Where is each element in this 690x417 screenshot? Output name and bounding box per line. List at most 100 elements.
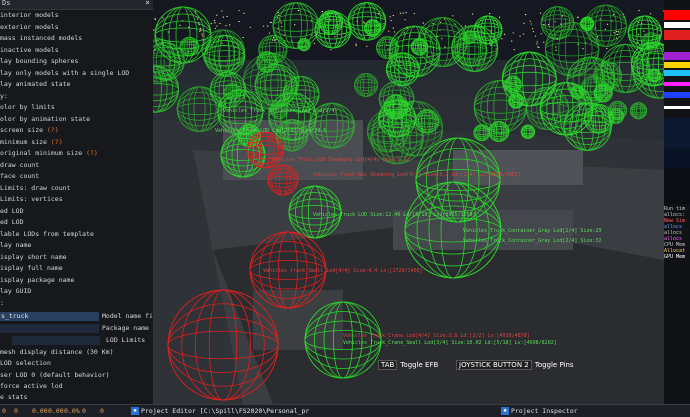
lod-option-row[interactable]: mass instanced models (0, 33, 152, 44)
model-name-filter-input[interactable]: s_truck (0, 312, 99, 321)
lod-option-row[interactable]: Limits: vertices (0, 194, 152, 205)
lod-option-row[interactable]: ed LOD (0, 206, 152, 217)
city-light (201, 33, 203, 35)
lod-setting-label: force active lod (0, 381, 63, 390)
city-light (529, 20, 531, 22)
lod-option-label: lay bounding spheres (0, 57, 79, 65)
city-light (513, 49, 515, 51)
lod-setting-row[interactable]: force active lod (0, 381, 152, 392)
lod-option-row[interactable]: face count (0, 171, 152, 182)
project-editor-tab[interactable]: Project Editor [C:\Spill\FS2020\Personal… (141, 407, 309, 416)
package-name-filter-input[interactable] (0, 324, 99, 333)
city-light (310, 19, 312, 21)
lod-option-label: lay animated state (0, 80, 71, 88)
lod-debug-label: Vehicles_Truck_LOD Lod[2/4] Size:29.5 (215, 128, 327, 134)
lod-option-label: olor by animation state (0, 114, 91, 123)
lod-option-row[interactable]: ed LOD (0, 217, 152, 228)
city-light (153, 29, 155, 31)
lod-setting-label: e stats (0, 393, 28, 402)
city-light (355, 45, 357, 46)
city-light (214, 22, 216, 24)
city-light (604, 28, 606, 30)
city-light (154, 19, 156, 21)
lod-option-row[interactable]: lay name (0, 240, 152, 251)
city-light (216, 25, 218, 27)
stat-value: 0 (2, 407, 6, 415)
lod-setting-row[interactable]: mesh display distance (30 Km) (0, 347, 152, 358)
lod-option-row[interactable]: isplay short name (0, 252, 152, 263)
city-light (154, 18, 156, 20)
stat-value: 0.0% (64, 407, 80, 415)
lod-setting-label: mesh display distance (30 Km) (0, 348, 114, 356)
project-inspector-tab[interactable]: Project Inspector (511, 407, 578, 416)
city-light (388, 30, 390, 32)
city-light (536, 43, 538, 45)
lod-debug-panel: Ds × interior models exterior models mass … (0, 0, 154, 404)
lod-setting-row[interactable]: ser LOD 0 (default behavior) (0, 370, 152, 381)
city-light (274, 39, 276, 41)
city-light (242, 37, 244, 38)
lod-setting-row[interactable]: e stats (0, 392, 152, 403)
city-light (294, 24, 296, 26)
lod-limits-collapse[interactable] (12, 336, 100, 345)
lod-option-label: face count (0, 172, 40, 180)
city-light (444, 46, 446, 48)
city-light (503, 33, 506, 35)
lod-option-row[interactable]: Limits: draw count (0, 183, 152, 194)
city-light (613, 32, 615, 34)
lod-option-row[interactable]: lay bounding spheres (0, 56, 152, 67)
lod-option-label: ed LOD (0, 206, 24, 215)
hint-toggle-pins-text: Toggle Pins (534, 361, 574, 369)
lod-option-row[interactable]: isplay full name (0, 263, 152, 274)
lod-option-row[interactable]: interior models (0, 10, 152, 21)
city-light (225, 25, 227, 27)
stat-value: 0 (82, 407, 86, 415)
lod-setting-row[interactable]: LOD selection (0, 358, 152, 369)
lod-option-row[interactable]: y: (0, 91, 152, 102)
city-light (582, 48, 584, 50)
close-icon[interactable]: × (145, 0, 150, 7)
lod-option-row[interactable]: minimum size (?) (0, 137, 152, 148)
city-light (216, 14, 218, 16)
lod-debug-label: Vehicles_Truck_Container_Gray Lod[2/4] S… (463, 238, 602, 244)
lod-option-row[interactable]: : (0, 298, 152, 309)
lod-setting-label: LOD selection (0, 359, 51, 368)
help-icon[interactable]: (?) (86, 149, 98, 157)
lod-debug-label: Vehicles_truck_Small Lod[4/4] Size:4.4 L… (263, 268, 423, 274)
city-light (389, 16, 391, 18)
city-light (649, 13, 652, 15)
profiling-label: GPU Mem (664, 254, 686, 260)
lod-option-row[interactable]: lay only models with a single LOD (0, 68, 152, 79)
help-icon[interactable]: (?) (51, 138, 63, 146)
lod-option-row[interactable]: lable LODs from template (0, 229, 152, 240)
scene-viewport[interactable]: Vehicles_Truck_Container_Gray Lod[2/4] Ve… (153, 0, 664, 404)
city-light (229, 24, 231, 26)
city-light (495, 48, 497, 50)
lod-option-row[interactable]: lay animated state (0, 79, 152, 90)
city-light (637, 33, 640, 35)
city-light (636, 42, 638, 44)
lod-option-row[interactable]: screen size (?) (0, 125, 152, 136)
lod-option-row[interactable]: exterior models (0, 22, 152, 33)
project-editor-icon[interactable]: ▪ (131, 407, 139, 415)
help-icon[interactable]: (?) (47, 126, 59, 134)
city-light (188, 26, 190, 28)
city-light (199, 27, 201, 29)
city-light (199, 30, 201, 32)
city-light (404, 19, 406, 21)
lod-option-row[interactable]: inactive models (0, 45, 152, 56)
city-light (501, 38, 503, 40)
lod-option-row[interactable]: olor by animation state (0, 114, 152, 125)
lod-limits-label: LOD Limits (106, 336, 146, 344)
project-inspector-icon[interactable]: ▪ (501, 407, 509, 415)
city-light (268, 32, 270, 34)
city-light (313, 43, 315, 45)
lod-option-row[interactable]: lay GUID (0, 286, 152, 297)
lod-option-row[interactable]: isplay package name (0, 275, 152, 286)
key-joystick-button-2: JOYSTICK BUTTON 2 (456, 360, 532, 370)
lod-option-row[interactable]: original minimum size (?) (0, 148, 152, 159)
city-light (547, 24, 550, 26)
lod-option-row[interactable]: olor by limits (0, 102, 152, 113)
lod-option-row[interactable]: draw count (0, 160, 152, 171)
lod-option-label: isplay short name (0, 252, 67, 261)
